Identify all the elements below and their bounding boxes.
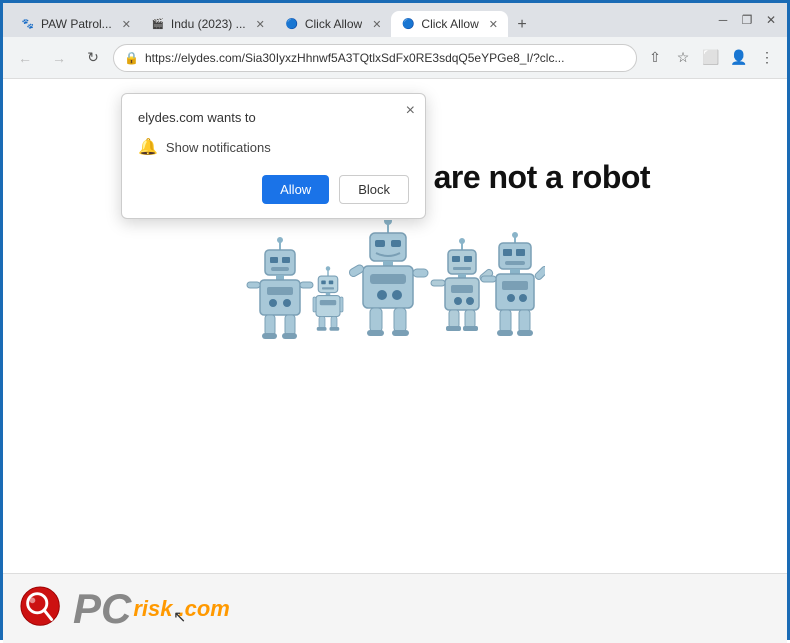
tab-favicon-2: 🎬 bbox=[151, 17, 165, 31]
back-button[interactable]: ← bbox=[11, 44, 39, 72]
extension-icon[interactable]: ⬜ bbox=[699, 46, 723, 70]
tab-close-1[interactable]: ✕ bbox=[122, 18, 131, 31]
tab-label-3: Click Allow bbox=[305, 17, 362, 31]
pcrisk-icon bbox=[19, 585, 67, 633]
notification-popup: × elydes.com wants to 🔔 Show notificatio… bbox=[121, 93, 426, 219]
tab-close-3[interactable]: ✕ bbox=[372, 18, 381, 31]
popup-buttons: Allow Block bbox=[138, 175, 409, 204]
navigation-bar: ← → ↻ 🔒 https://elydes.com/Sia30IyxzHhnw… bbox=[3, 37, 787, 79]
new-tab-button[interactable]: + bbox=[510, 13, 534, 37]
pcrisk-logo: PC risk .com bbox=[19, 585, 230, 633]
nav-icons-group: ⇧ ☆ ⬜ 👤 ⋮ bbox=[643, 46, 779, 70]
tab-close-4[interactable]: ✕ bbox=[489, 18, 498, 31]
bookmark-icon[interactable]: ☆ bbox=[671, 46, 695, 70]
permission-label: Show notifications bbox=[166, 140, 271, 155]
popup-title: elydes.com wants to bbox=[138, 110, 409, 125]
close-button[interactable]: ✕ bbox=[763, 12, 779, 28]
lock-icon: 🔒 bbox=[124, 51, 139, 65]
tab-indu[interactable]: 🎬 Indu (2023) ... ✕ bbox=[141, 11, 275, 37]
tab-favicon-4: 🔵 bbox=[401, 17, 415, 31]
profile-icon[interactable]: 👤 bbox=[727, 46, 751, 70]
popup-permission-row: 🔔 Show notifications bbox=[138, 137, 409, 157]
address-bar[interactable]: 🔒 https://elydes.com/Sia30IyxzHhnwf5A3TQ… bbox=[113, 44, 637, 72]
allow-button[interactable]: Allow bbox=[262, 175, 329, 204]
tab-strip: 🐾 PAW Patrol... ✕ 🎬 Indu (2023) ... ✕ 🔵 … bbox=[11, 3, 711, 37]
page-content: × elydes.com wants to 🔔 Show notificatio… bbox=[3, 79, 787, 643]
pcrisk-text-risk: risk bbox=[133, 596, 172, 622]
title-bar: 🐾 PAW Patrol... ✕ 🎬 Indu (2023) ... ✕ 🔵 … bbox=[3, 3, 787, 37]
tab-label-4: Click Allow bbox=[421, 17, 478, 31]
minimize-button[interactable]: ─ bbox=[715, 12, 731, 28]
tab-label-1: PAW Patrol... bbox=[41, 17, 112, 31]
tab-label-2: Indu (2023) ... bbox=[171, 17, 246, 31]
block-button[interactable]: Block bbox=[339, 175, 409, 204]
refresh-button[interactable]: ↻ bbox=[79, 44, 107, 72]
tab-click-allow-2[interactable]: 🔵 Click Allow ✕ bbox=[391, 11, 508, 37]
url-text: https://elydes.com/Sia30IyxzHhnwf5A3TQtl… bbox=[145, 51, 626, 65]
bell-icon: 🔔 bbox=[138, 137, 158, 157]
tab-close-2[interactable]: ✕ bbox=[256, 18, 265, 31]
tab-favicon-1: 🐾 bbox=[21, 17, 35, 31]
forward-button[interactable]: → bbox=[45, 44, 73, 72]
tab-paw-patrol[interactable]: 🐾 PAW Patrol... ✕ bbox=[11, 11, 141, 37]
tab-click-allow-1[interactable]: 🔵 Click Allow ✕ bbox=[275, 11, 392, 37]
mouse-cursor: ↖ bbox=[173, 607, 186, 627]
popup-close-button[interactable]: × bbox=[406, 102, 415, 120]
tab-favicon-3: 🔵 bbox=[285, 17, 299, 31]
robot-illustration bbox=[245, 220, 545, 350]
window-controls: ─ ❐ ✕ bbox=[715, 12, 779, 28]
menu-icon[interactable]: ⋮ bbox=[755, 46, 779, 70]
robots-svg bbox=[245, 220, 545, 350]
pcrisk-text-pc: PC bbox=[73, 588, 131, 630]
restore-button[interactable]: ❐ bbox=[739, 12, 755, 28]
pcrisk-bar: PC risk .com ↖ bbox=[3, 573, 787, 643]
share-icon[interactable]: ⇧ bbox=[643, 46, 667, 70]
